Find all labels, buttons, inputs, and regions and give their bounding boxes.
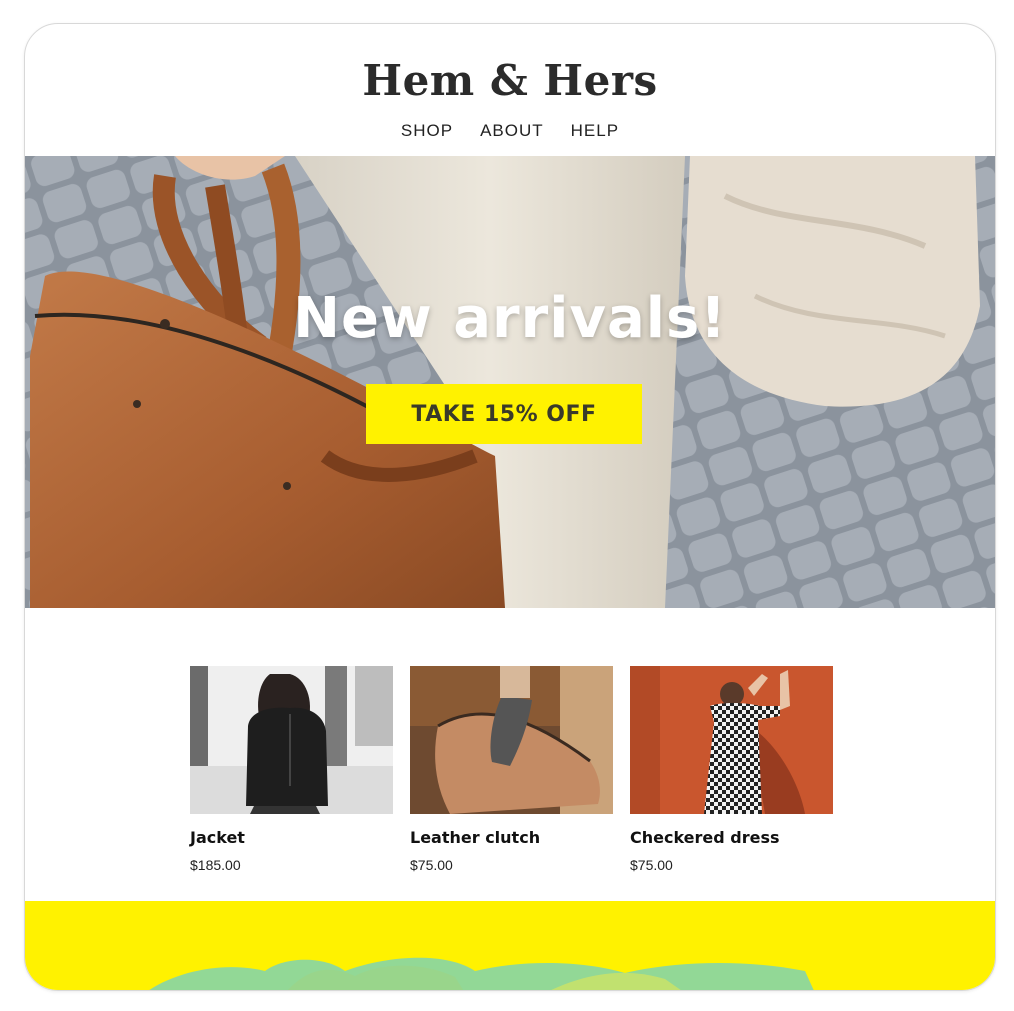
product-card-checkered-dress[interactable]: Checkered dress $75.00 [630, 666, 833, 873]
product-name[interactable]: Leather clutch [410, 828, 613, 847]
hero-banner: New arrivals! TAKE 15% OFF [25, 156, 995, 608]
hero-image [25, 156, 995, 608]
nav-item-shop[interactable]: SHOP [401, 121, 453, 141]
nav-item-help[interactable]: HELP [571, 121, 619, 141]
product-name[interactable]: Checkered dress [630, 828, 833, 847]
leather-clutch-image[interactable] [410, 666, 613, 814]
product-grid: Jacket $185.00 Leather clutch $75.00 Che… [190, 666, 833, 873]
product-price: $75.00 [630, 857, 673, 873]
main-nav: SHOP ABOUT HELP [25, 121, 995, 141]
discount-cta-button[interactable]: TAKE 15% OFF [366, 384, 642, 444]
nav-item-about[interactable]: ABOUT [480, 121, 544, 141]
jacket-image[interactable] [190, 666, 393, 814]
product-price: $185.00 [190, 857, 241, 873]
brand-logo[interactable]: Hem & Hers [25, 56, 995, 105]
page-frame: Hem & Hers SHOP ABOUT HELP New arrivals!… [24, 23, 996, 991]
brush-decoration [149, 957, 814, 990]
checkered-dress-image[interactable] [630, 666, 833, 814]
promo-band [25, 901, 995, 990]
product-price: $75.00 [410, 857, 453, 873]
product-card-leather-clutch[interactable]: Leather clutch $75.00 [410, 666, 613, 873]
product-card-jacket[interactable]: Jacket $185.00 [190, 666, 393, 873]
product-name[interactable]: Jacket [190, 828, 393, 847]
hero-title: New arrivals! [293, 286, 727, 351]
